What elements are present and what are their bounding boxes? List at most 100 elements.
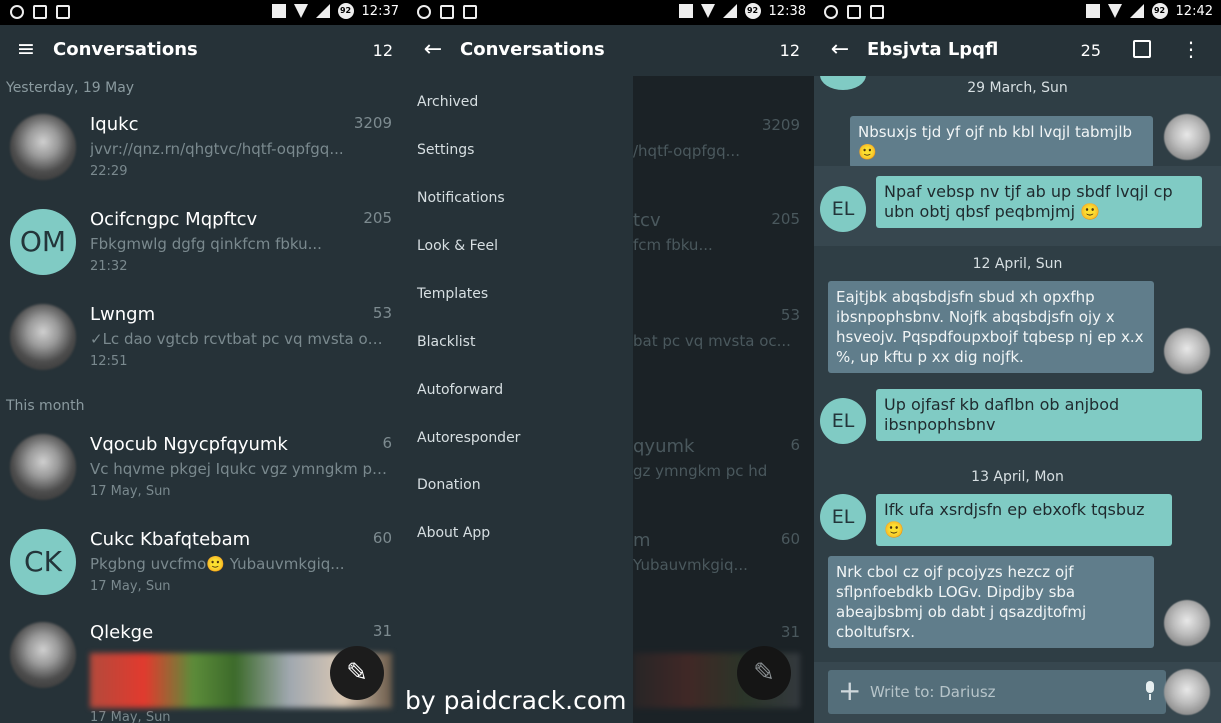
user-avatar <box>1164 600 1210 646</box>
menu-item-templates[interactable]: Templates <box>417 286 488 302</box>
contact-name: Cukc Kbafqtebam <box>90 529 251 550</box>
message-input[interactable] <box>870 680 1110 704</box>
arrow-left-icon[interactable]: ← <box>421 38 445 62</box>
avatar <box>10 114 76 180</box>
battery-icon: 92 <box>744 3 761 19</box>
app-notification-icon <box>870 5 884 19</box>
message-bubble-outgoing[interactable]: Nrk cbol cz ojf pcojyzs hezcz ojf sflpnf… <box>828 556 1154 648</box>
contact-name: Iqukc <box>90 114 139 135</box>
menu-item-look-feel[interactable]: Look & Feel <box>417 238 498 254</box>
contact-avatar: EL <box>820 398 866 444</box>
menu-item-about-app[interactable]: About App <box>417 525 490 541</box>
conversation-item[interactable]: Lwngm 53 ✓Lc dao vgtcb rcvtbat pc vq mvs… <box>0 290 407 395</box>
clock: 12:38 <box>768 3 806 19</box>
conversation-item[interactable]: OM Ocifcngpc Mqpftcv 205 Fbkgmwlg dgfg q… <box>0 195 407 300</box>
signal-icon <box>315 4 330 18</box>
composer-bar: + <box>814 662 1221 723</box>
ghost-name: m <box>633 530 651 551</box>
plus-icon[interactable]: + <box>838 676 861 706</box>
message-bubble-incoming[interactable]: Up ojfasf kb daflbn ob anjbod ibsnpophsb… <box>876 389 1202 441</box>
screenshot-collage: 92 12:37 ≡ Conversations 12 Yesterday, 1… <box>0 0 1221 723</box>
message-count: 25 <box>1080 41 1101 60</box>
image-notification-icon <box>33 5 47 19</box>
menu-item-autoresponder[interactable]: Autoresponder <box>417 430 520 446</box>
conversations-panel: 92 12:37 ≡ Conversations 12 Yesterday, 1… <box>0 0 407 723</box>
contact-avatar: EL <box>820 494 866 540</box>
page-title: Conversations <box>460 39 605 60</box>
navigation-drawer: Archived Settings Notifications Look & F… <box>407 76 633 723</box>
ghost-message: gz ymngkm pc hd <box>633 462 768 480</box>
message-count: 6 <box>382 434 392 452</box>
last-message: Fbkgmwlg dgfg qinkfcm fbku... <box>90 235 322 253</box>
ghost-message: Yubauvmkgiq... <box>633 556 748 574</box>
conversation-item[interactable]: CK Cukc Kbafqtebam 60 Pkgbng uvcfmo🙂 Yub… <box>0 515 407 620</box>
menu-item-autoforward[interactable]: Autoforward <box>417 382 503 398</box>
last-message: Vc hqvme pkgej Iqukc vgz ymngkm pc hd <box>90 460 390 478</box>
message-time: 22:29 <box>90 164 128 179</box>
message-bubble-incoming[interactable]: Ifk ufa xsrdjsfn ep ebxofk tqsbuz 🙂 <box>876 494 1172 546</box>
conversation-item[interactable]: Iqukc 3209 jvvr://qnz.rn/qhgtvc/hqtf-oqp… <box>0 100 407 205</box>
compose-button-dimmed: ✎ <box>737 646 791 700</box>
ghost-count: 60 <box>780 530 800 548</box>
message-count: 205 <box>363 209 392 227</box>
clock: 12:37 <box>361 3 399 19</box>
status-bar: 92 12:42 <box>814 0 1221 25</box>
app-bar: ← Conversations 12 <box>407 25 814 76</box>
user-avatar <box>1164 669 1210 715</box>
watermark: by paidcrack.com <box>405 686 627 715</box>
app-bar: ≡ Conversations 12 <box>0 25 407 76</box>
message-time: 21:32 <box>90 259 128 274</box>
app-bar: ← Ebsjvta Lpqfl 25 ⋮ <box>814 25 1221 76</box>
section-header: Yesterday, 19 May <box>6 80 135 96</box>
chat-notification-icon <box>10 5 24 19</box>
message-time: 12:51 <box>90 354 128 369</box>
date-label: 13 April, Mon <box>971 469 1064 485</box>
image-notification-icon <box>440 5 454 19</box>
message-time: 17 May, Sun <box>90 579 171 594</box>
menu-item-archived[interactable]: Archived <box>417 94 478 110</box>
chat-title: Ebsjvta Lpqfl <box>867 39 999 60</box>
app-notification-icon <box>56 5 70 19</box>
hamburger-icon[interactable]: ≡ <box>14 38 38 62</box>
conversation-count: 12 <box>779 41 800 60</box>
contact-name: Vqocub Ngycpfqyumk <box>90 434 288 455</box>
ghost-message: /hqtf-oqpfgq... <box>633 142 740 160</box>
battery-icon: 92 <box>1151 3 1168 19</box>
compose-button[interactable]: ✎ <box>330 646 384 700</box>
contact-name: Qlekge <box>90 622 154 643</box>
message-bubble-outgoing[interactable]: Eajtjbk abqsbdjsfn sbud xh opxfhp ibsnpo… <box>828 281 1154 373</box>
message-time: 17 May, Sun <box>90 484 171 499</box>
signal-icon <box>1129 4 1144 18</box>
popout-icon[interactable] <box>1133 40 1151 58</box>
ghost-name: qyumk <box>633 436 695 457</box>
message-bubble-incoming[interactable]: Npaf vebsp nv tjf ab up sbdf lvqjl cp ub… <box>876 176 1202 228</box>
date-label: 29 March, Sun <box>967 80 1068 96</box>
status-bar: 92 12:37 <box>0 0 407 25</box>
contact-name: Ocifcngpc Mqpftcv <box>90 209 258 230</box>
user-avatar <box>1164 328 1210 374</box>
page-title: Conversations <box>53 39 198 60</box>
mute-icon <box>271 4 286 18</box>
signal-icon <box>722 4 737 18</box>
menu-item-notifications[interactable]: Notifications <box>417 190 505 206</box>
menu-item-blacklist[interactable]: Blacklist <box>417 334 475 350</box>
microphone-icon[interactable] <box>1144 681 1156 701</box>
dimmed-content-overlay[interactable]: 3209 /hqtf-oqpfgq... tcv 205 fcm fbku...… <box>633 76 814 723</box>
pencil-icon: ✎ <box>753 658 775 688</box>
conversation-item[interactable]: Vqocub Ngycpfqyumk 6 Vc hqvme pkgej Iquk… <box>0 420 407 525</box>
message-list[interactable]: 29 March, Sun Nbsuxjs tjd yf ojf nb kbl … <box>814 76 1221 662</box>
menu-item-donation[interactable]: Donation <box>417 477 481 493</box>
message-count: 31 <box>372 622 392 640</box>
last-message: ✓Lc dao vgtcb rcvtbat pc vq mvsta oc... <box>90 330 390 348</box>
date-label: 12 April, Sun <box>972 256 1063 272</box>
message-bubble-outgoing[interactable]: Nbsuxjs tjd yf ojf nb kbl lvqjl tabmjlb … <box>850 116 1153 168</box>
message-time: 17 May, Sun <box>90 710 171 723</box>
arrow-left-icon[interactable]: ← <box>828 38 852 62</box>
wifi-icon <box>700 4 715 18</box>
last-message: Pkgbng uvcfmo🙂 Yubauvmkgiq... <box>90 555 345 573</box>
avatar <box>10 434 76 500</box>
menu-item-settings[interactable]: Settings <box>417 142 474 158</box>
ghost-count: 53 <box>780 306 800 324</box>
more-vert-icon[interactable]: ⋮ <box>1181 37 1201 61</box>
avatar: OM <box>10 209 76 275</box>
